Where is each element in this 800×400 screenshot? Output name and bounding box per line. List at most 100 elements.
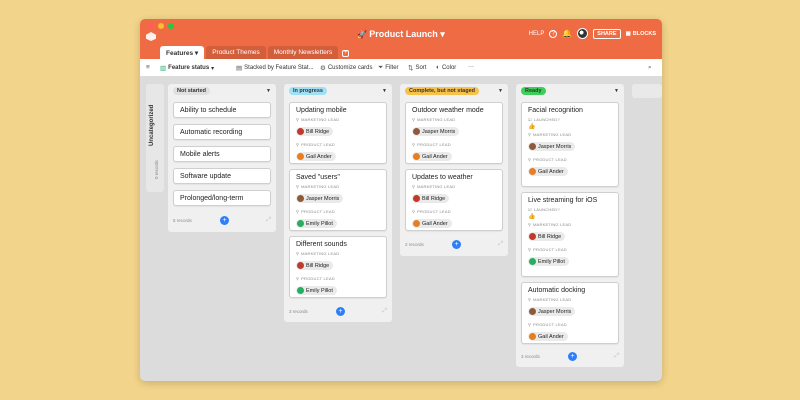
customize-cards-button[interactable]: ⚙ Customize cards — [320, 64, 373, 72]
table-tabs: Features ▾ Product Themes Monthly Newsle… — [140, 46, 662, 59]
field-label: ⚲ MARKETING LEAD — [528, 132, 572, 137]
card-title: Outdoor weather mode — [412, 107, 484, 114]
filter-button[interactable]: ⏷ Filter — [378, 64, 399, 72]
collaborator-chip: Gail Ander — [412, 219, 452, 228]
avatar — [297, 262, 304, 269]
field-label: ⚲ PRODUCT LEAD — [296, 142, 335, 147]
thumbs-up-icon: 👍 — [528, 214, 536, 220]
blocks-button[interactable]: ▦ BLOCKS — [626, 31, 656, 37]
record-card[interactable]: Updating mobile ⚲ MARKETING LEAD Bill Rid… — [289, 102, 387, 164]
color-button[interactable]: ◐ Color — [436, 64, 456, 71]
field-label: ⚲ PRODUCT LEAD — [296, 276, 335, 281]
tab-product-themes[interactable]: Product Themes — [206, 46, 266, 59]
sidebar-toggle-button[interactable]: ≡ — [146, 64, 150, 71]
user-avatar[interactable] — [577, 28, 589, 39]
chevron-down-icon[interactable]: ▼ — [614, 88, 619, 94]
person-field-icon: ⚲ — [412, 142, 416, 147]
field-label: ⚲ PRODUCT LEAD — [412, 142, 451, 147]
person-field-icon: ⚲ — [528, 157, 532, 162]
expand-icon[interactable]: ⤢ — [382, 308, 387, 315]
card-title: Different sounds — [296, 241, 347, 248]
sort-button[interactable]: ⇅ Sort — [408, 64, 426, 72]
person-field-icon: ⚲ — [528, 322, 532, 327]
record-card[interactable]: Different sounds ⚲ MARKETING LEAD Bill Ri… — [289, 236, 387, 298]
stack-footer: 3 records + ⤢ — [289, 306, 387, 316]
collaborator-chip: Emily Pillot — [296, 219, 337, 228]
chevron-down-icon: ▾ — [211, 65, 215, 72]
top-bar: 🚀 Product Launch ▾ HELP ? 🔔 SHARE ▦ BLOCKS — [140, 19, 662, 46]
field-label: ⚲ MARKETING LEAD — [296, 184, 340, 189]
avatar — [413, 220, 420, 227]
person-field-icon: ⚲ — [528, 222, 532, 227]
gear-icon: ⚙ — [320, 65, 326, 72]
collaborator-chip: Bill Ridge — [412, 194, 450, 203]
record-count: 2 records — [405, 241, 424, 247]
help-link[interactable]: HELP — [529, 31, 545, 37]
top-right-controls: HELP ? 🔔 SHARE ▦ BLOCKS — [529, 28, 656, 39]
avatar — [413, 195, 420, 202]
tab-features[interactable]: Features ▾ — [160, 46, 205, 59]
collaborator-chip: Gail Ander — [528, 332, 568, 341]
chevron-down-icon[interactable]: ▼ — [382, 88, 387, 94]
avatar — [413, 128, 420, 135]
collaborator-chip: Jasper Morris — [296, 194, 344, 203]
record-card[interactable]: Outdoor weather mode ⚲ MARKETING LEAD Jas… — [405, 102, 503, 164]
record-count: 5 records — [173, 217, 192, 223]
expand-icon[interactable]: ⤢ — [498, 241, 503, 248]
person-field-icon: ⚲ — [412, 209, 416, 214]
field-label: ⚲ MARKETING LEAD — [528, 222, 572, 227]
avatar — [297, 153, 304, 160]
add-record-button[interactable]: + — [568, 351, 577, 361]
person-field-icon: ⚲ — [296, 209, 300, 214]
share-button[interactable]: SHARE — [593, 28, 621, 39]
stacked-by-label: Stacked by Feature Stat... — [244, 65, 314, 71]
more-button[interactable]: ··· — [468, 64, 474, 70]
chevron-down-icon[interactable]: ▼ — [498, 88, 503, 94]
expand-icon[interactable]: ⤢ — [266, 217, 271, 224]
field-label: ⚲ MARKETING LEAD — [412, 117, 456, 122]
add-record-button[interactable]: + — [452, 239, 461, 249]
collaborator-chip: Jasper Morris — [528, 307, 576, 316]
uncategorized-stack[interactable]: Uncategorized 0 records — [146, 84, 164, 192]
tab-label: Features — [166, 50, 194, 57]
person-field-icon: ⚲ — [296, 276, 300, 281]
search-button[interactable]: ⌕ — [648, 64, 652, 72]
field-label: ⚲ PRODUCT LEAD — [528, 322, 567, 327]
record-card[interactable]: Prolonged/long-term — [173, 190, 271, 206]
add-table-button[interactable]: + — [340, 46, 351, 59]
search-icon: ⌕ — [648, 64, 652, 71]
collaborator-chip: Gail Ander — [528, 167, 568, 176]
record-card[interactable]: Mobile alerts — [173, 146, 271, 162]
record-card[interactable]: Live streaming for iOS ☑ LAUNCHED? 👍 ⚲ MAR… — [521, 192, 619, 277]
avatar — [529, 143, 536, 150]
record-card[interactable]: Software update — [173, 168, 271, 184]
record-card[interactable]: Updates to weather ⚲ MARKETING LEAD Bill … — [405, 169, 503, 231]
collaborator-chip: Jasper Morris — [412, 127, 460, 136]
sort-label: Sort — [415, 65, 427, 71]
add-record-button[interactable]: + — [220, 215, 229, 225]
card-title: Updating mobile — [296, 107, 347, 114]
record-card[interactable]: Automatic docking ⚲ MARKETING LEAD Jasper… — [521, 282, 619, 344]
collaborator-chip: Emily Pillot — [528, 257, 569, 266]
collaborator-chip: Emily Pillot — [296, 286, 337, 295]
add-record-button[interactable]: + — [336, 306, 345, 316]
tab-monthly-newsletters[interactable]: Monthly Newsletters — [267, 46, 339, 59]
stacked-by-button[interactable]: ▤ Stacked by Feature Stat... — [236, 64, 314, 72]
record-card[interactable]: Ability to schedule — [173, 102, 271, 118]
record-card[interactable]: Saved "users" ⚲ MARKETING LEAD Jasper Mor… — [289, 169, 387, 231]
chevron-down-icon[interactable]: ▼ — [266, 88, 271, 94]
help-icon[interactable]: ? — [549, 29, 558, 38]
expand-icon[interactable]: ⤢ — [614, 353, 619, 360]
add-stack-placeholder[interactable] — [632, 84, 662, 98]
sort-icon: ⇅ — [408, 65, 414, 72]
kanban-icon: ▥ — [160, 65, 167, 72]
record-card[interactable]: Facial recognition ☑ LAUNCHED? 👍 ⚲ MARKETI… — [521, 102, 619, 187]
hamburger-icon: ≡ — [146, 64, 150, 71]
collaborator-chip: Bill Ridge — [296, 127, 334, 136]
avatar — [529, 233, 536, 240]
person-field-icon: ⚲ — [412, 184, 416, 189]
stack-in-progress: In progress ▼ Updating mobile ⚲ MARKETING… — [284, 84, 392, 322]
record-card[interactable]: Automatic recording — [173, 124, 271, 140]
bell-icon[interactable]: 🔔 — [562, 29, 572, 38]
view-switcher[interactable]: ▥ Feature status ▾ — [160, 64, 214, 72]
